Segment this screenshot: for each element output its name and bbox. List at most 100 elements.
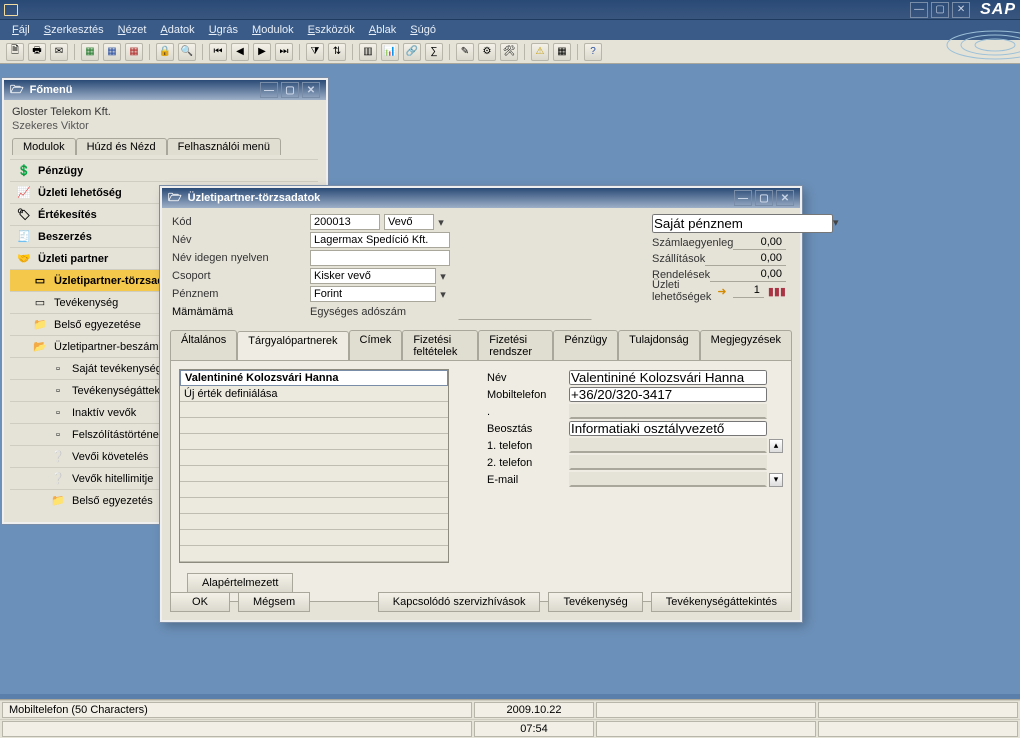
tree-item[interactable]: 💲Pénzügy: [10, 159, 318, 181]
tb-lock-icon[interactable]: 🔒: [156, 43, 174, 61]
chevron-down-icon[interactable]: ▾: [833, 214, 839, 230]
bp-tab[interactable]: Tárgyalópartnerek: [237, 331, 348, 361]
tb-print-icon[interactable]: 🖶: [28, 43, 46, 61]
bp-tab[interactable]: Tulajdonság: [618, 330, 700, 360]
tb-prev-icon[interactable]: ◀: [231, 43, 249, 61]
activity-button[interactable]: Tevékenység: [548, 592, 642, 612]
adoszam-field[interactable]: [458, 304, 592, 320]
tb-preview-icon[interactable]: 🗎: [6, 43, 24, 61]
minimize-button[interactable]: —: [910, 2, 928, 18]
menu-szerkesztes[interactable]: Szerkesztés: [38, 22, 110, 38]
menu-fajl[interactable]: Fájl: [6, 22, 36, 38]
contact-list-row[interactable]: [180, 530, 448, 546]
tab-modulok[interactable]: Modulok: [12, 138, 76, 155]
contact-list-row[interactable]: [180, 482, 448, 498]
bp-close-button[interactable]: ✕: [776, 190, 794, 206]
contact-list-row[interactable]: Új érték definiálása: [180, 386, 448, 402]
folder-icon: 🗁: [168, 189, 182, 208]
mm-close-button[interactable]: ✕: [302, 82, 320, 98]
menu-adatok[interactable]: Adatok: [154, 22, 200, 38]
menu-ugras[interactable]: Ugrás: [203, 22, 244, 38]
tb-last-icon[interactable]: ⏭: [275, 43, 293, 61]
tb-calc-icon[interactable]: ∑: [425, 43, 443, 61]
contact-list-row[interactable]: [180, 402, 448, 418]
contact-list-row[interactable]: [180, 434, 448, 450]
d-nev-field[interactable]: [569, 370, 767, 385]
tree-item-icon: ▭: [32, 296, 48, 310]
contact-list-row[interactable]: [180, 546, 448, 562]
close-button[interactable]: ✕: [952, 2, 970, 18]
tb-config-icon[interactable]: ⚙: [478, 43, 496, 61]
d-email-field[interactable]: [569, 472, 767, 487]
tb-edit-icon[interactable]: ✎: [456, 43, 474, 61]
tb-layout-icon[interactable]: ▥: [359, 43, 377, 61]
bar-chart-icon[interactable]: ▮▮▮: [768, 285, 786, 298]
tb-find-icon[interactable]: 🔍: [178, 43, 196, 61]
menu-eszkozok[interactable]: Eszközök: [302, 22, 361, 38]
tb-warning-icon[interactable]: ⚠: [531, 43, 549, 61]
chevron-down-icon[interactable]: ▾: [436, 268, 450, 284]
tb-calendar-icon[interactable]: ▦: [553, 43, 571, 61]
contact-list-row[interactable]: [180, 450, 448, 466]
tb-sort-icon[interactable]: ⇅: [328, 43, 346, 61]
scroll-up-icon[interactable]: ▴: [769, 439, 783, 453]
bp-tab[interactable]: Fizetési feltételek: [402, 330, 478, 360]
bp-tab[interactable]: Pénzügy: [553, 330, 618, 360]
d-tel1-field[interactable]: [569, 438, 767, 453]
menu-nezet[interactable]: Nézet: [112, 22, 153, 38]
maximize-button[interactable]: ▢: [931, 2, 949, 18]
tb-filter-icon[interactable]: ⧩: [306, 43, 324, 61]
bp-tab[interactable]: Megjegyzések: [700, 330, 792, 360]
tb-tools-icon[interactable]: 🛠: [500, 43, 518, 61]
contact-list-row[interactable]: [180, 418, 448, 434]
bp-minimize-button[interactable]: —: [734, 190, 752, 206]
penznem-field[interactable]: [310, 286, 436, 302]
mm-minimize-button[interactable]: —: [260, 82, 278, 98]
d-tel2-field[interactable]: [569, 455, 767, 470]
tb-chart-icon[interactable]: 📊: [381, 43, 399, 61]
contact-list-row[interactable]: [180, 466, 448, 482]
bp-tab[interactable]: Címek: [349, 330, 403, 360]
bp-tab[interactable]: Fizetési rendszer: [478, 330, 553, 360]
kod-field[interactable]: [310, 214, 380, 230]
bp-tab[interactable]: Általános: [170, 330, 237, 360]
contact-list-row[interactable]: [180, 498, 448, 514]
related-calls-button[interactable]: Kapcsolódó szervizhívások: [378, 592, 541, 612]
tb-link-icon[interactable]: 🔗: [403, 43, 421, 61]
tb-excel-icon[interactable]: ▦: [81, 43, 99, 61]
d-beosztas-field[interactable]: [569, 421, 767, 436]
menu-modulok[interactable]: Modulok: [246, 22, 300, 38]
activity-overview-button[interactable]: Tevékenységáttekintés: [651, 592, 792, 612]
adoszam-label: Egységes adószám: [310, 306, 450, 318]
csoport-field[interactable]: [310, 268, 436, 284]
default-button[interactable]: Alapértelmezett: [187, 573, 293, 593]
summary-panel: ▾ Számlaegyenleg0,00 Szállítások0,00 Ren…: [652, 214, 786, 299]
idegen-field[interactable]: [310, 250, 450, 266]
tab-felhasznaloi-menu[interactable]: Felhasználói menü: [167, 138, 281, 155]
menu-sugo[interactable]: Súgó: [404, 22, 442, 38]
ok-button[interactable]: OK: [170, 592, 230, 612]
contact-list[interactable]: Valentininé Kolozsvári HannaÚj érték def…: [179, 369, 449, 563]
contact-list-row[interactable]: Valentininé Kolozsvári Hanna: [180, 370, 448, 386]
menu-ablak[interactable]: Ablak: [363, 22, 403, 38]
cancel-button[interactable]: Mégsem: [238, 592, 310, 612]
tb-word-icon[interactable]: ▦: [103, 43, 121, 61]
tb-mail-icon[interactable]: ✉: [50, 43, 68, 61]
scroll-down-icon[interactable]: ▾: [769, 473, 783, 487]
tb-pdf-icon[interactable]: ▦: [125, 43, 143, 61]
tb-first-icon[interactable]: ⏮: [209, 43, 227, 61]
bp-maximize-button[interactable]: ▢: [755, 190, 773, 206]
chevron-down-icon[interactable]: ▾: [434, 214, 448, 230]
nev-field[interactable]: [310, 232, 450, 248]
tab-huzd-es-nezd[interactable]: Húzd és Nézd: [76, 138, 167, 155]
drilldown-arrow-icon[interactable]: ➜: [717, 285, 726, 298]
contact-list-row[interactable]: [180, 514, 448, 530]
kod-type-field[interactable]: [384, 214, 434, 230]
mm-maximize-button[interactable]: ▢: [281, 82, 299, 98]
tb-help-icon[interactable]: ?: [584, 43, 602, 61]
tb-next-icon[interactable]: ▶: [253, 43, 271, 61]
chevron-down-icon[interactable]: ▾: [436, 286, 450, 302]
tree-item-icon: 📂: [32, 340, 48, 354]
d-mobil-field[interactable]: [569, 387, 767, 402]
currency-mode-field[interactable]: [652, 214, 833, 233]
